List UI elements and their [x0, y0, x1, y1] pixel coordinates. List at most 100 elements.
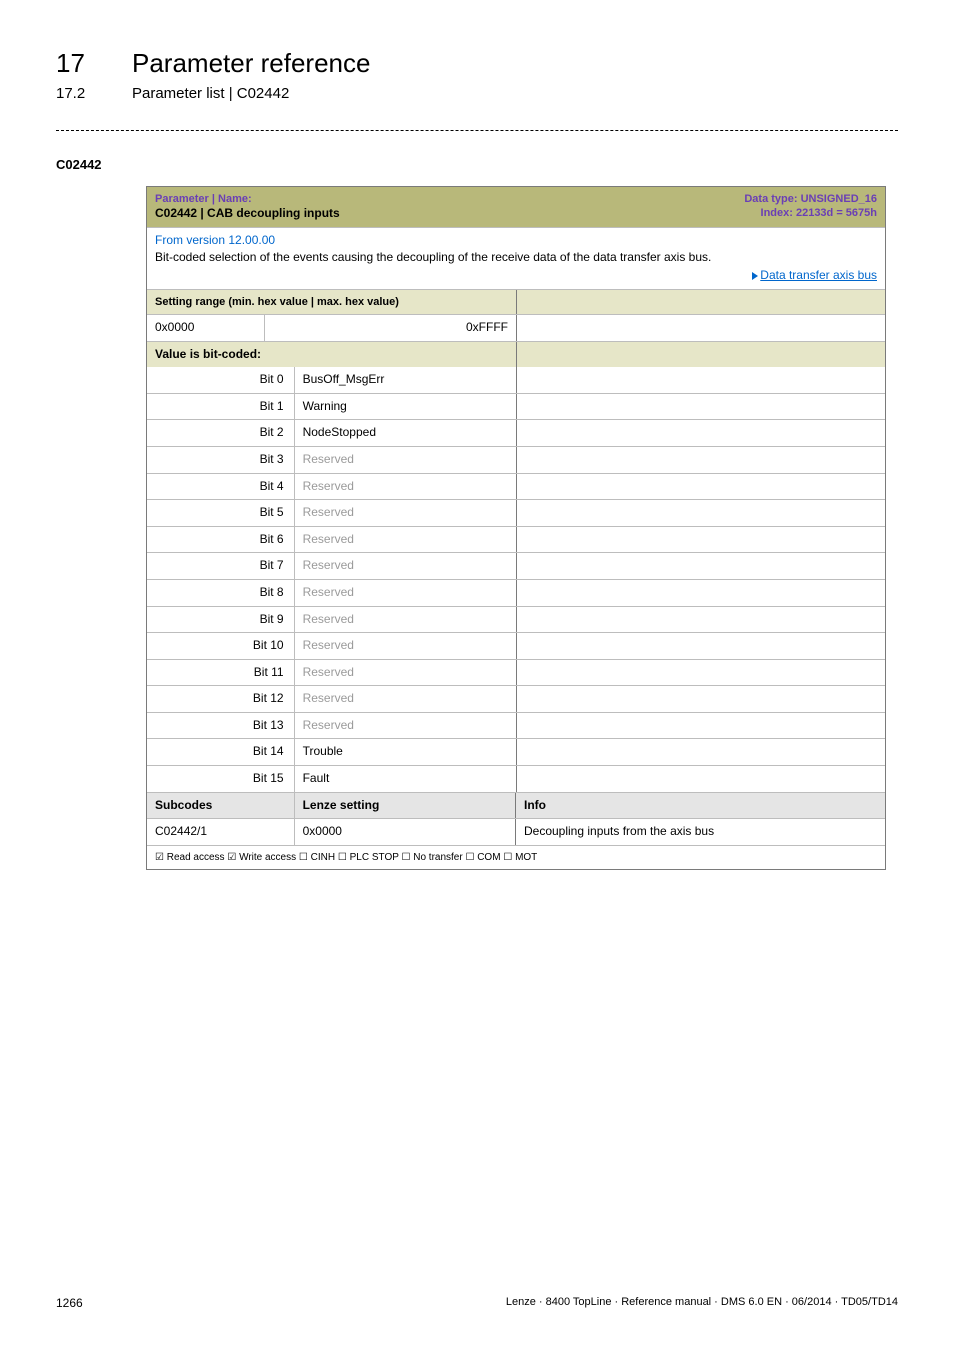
bit-value: Reserved	[295, 447, 516, 473]
param-index: Index: 22133d = 5675h	[744, 206, 877, 220]
subcode-setting: 0x0000	[295, 819, 516, 845]
bit-label: Bit 11	[147, 660, 295, 686]
bit-row: Bit 7Reserved	[147, 552, 885, 579]
bit-label: Bit 3	[147, 447, 295, 473]
bit-value: BusOff_MsgErr	[295, 367, 516, 393]
param-type-block: Data type: UNSIGNED_16 Index: 22133d = 5…	[744, 192, 877, 221]
subcodes-col3: Info	[516, 793, 885, 819]
section-number: 17.2	[56, 85, 108, 102]
section-title: Parameter list | C02442	[132, 85, 289, 102]
triangle-icon	[752, 272, 758, 280]
bit-row: Bit 2NodeStopped	[147, 419, 885, 446]
bit-empty	[516, 633, 885, 659]
access-flags: ☑ Read access ☑ Write access ☐ CINH ☐ PL…	[147, 846, 885, 869]
bit-row: Bit 1Warning	[147, 393, 885, 420]
bit-row: Bit 9Reserved	[147, 606, 885, 633]
bit-value: Reserved	[295, 633, 516, 659]
subcode-id: C02442/1	[147, 819, 295, 845]
divider	[56, 130, 898, 131]
bit-label: Bit 7	[147, 553, 295, 579]
section-heading: 17.2 Parameter list | C02442	[56, 85, 898, 102]
setting-range-label: Setting range (min. hex value | max. hex…	[147, 290, 516, 314]
description-text: Bit-coded selection of the events causin…	[155, 250, 877, 266]
description-row: From version 12.00.00 Bit-coded selectio…	[147, 227, 885, 289]
data-transfer-link[interactable]: Data transfer axis bus	[760, 268, 877, 282]
bit-empty	[516, 420, 885, 446]
bit-row: Bit 15Fault	[147, 765, 885, 792]
bit-value: Reserved	[295, 500, 516, 526]
bit-empty	[516, 660, 885, 686]
bit-empty	[516, 607, 885, 633]
bit-empty	[516, 500, 885, 526]
setting-range-header: Setting range (min. hex value | max. hex…	[147, 289, 885, 314]
bit-empty	[516, 447, 885, 473]
bit-label: Bit 1	[147, 394, 295, 420]
bit-value: Warning	[295, 394, 516, 420]
setting-min: 0x0000	[147, 315, 265, 341]
bit-label: Bit 4	[147, 474, 295, 500]
setting-max: 0xFFFF	[265, 315, 516, 341]
bit-empty	[516, 766, 885, 792]
bit-empty	[516, 553, 885, 579]
bit-row: Bit 14Trouble	[147, 738, 885, 765]
bit-empty	[516, 686, 885, 712]
bit-label: Bit 5	[147, 500, 295, 526]
bit-row: Bit 10Reserved	[147, 632, 885, 659]
bit-label: Bit 2	[147, 420, 295, 446]
bit-empty	[516, 527, 885, 553]
bitcoded-header: Value is bit-coded:	[147, 341, 885, 368]
page-footer: 1266 Lenze · 8400 TopLine · Reference ma…	[56, 1296, 898, 1310]
bit-row: Bit 5Reserved	[147, 499, 885, 526]
subcode-info: Decoupling inputs from the axis bus	[516, 819, 885, 845]
bit-empty	[516, 394, 885, 420]
bit-row: Bit 0BusOff_MsgErr	[147, 367, 885, 393]
bitcoded-label: Value is bit-coded:	[147, 342, 516, 368]
bit-label: Bit 12	[147, 686, 295, 712]
subcodes-header: Subcodes Lenze setting Info	[147, 792, 885, 819]
bit-label: Bit 13	[147, 713, 295, 739]
param-datatype: Data type: UNSIGNED_16	[744, 192, 877, 206]
table-header-row: Parameter | Name: C02442 | CAB decouplin…	[147, 187, 885, 227]
bit-row: Bit 13Reserved	[147, 712, 885, 739]
bit-label: Bit 15	[147, 766, 295, 792]
bit-label: Bit 10	[147, 633, 295, 659]
bit-value: Reserved	[295, 713, 516, 739]
subcodes-row: C02442/1 0x0000 Decoupling inputs from t…	[147, 818, 885, 845]
parameter-table: Parameter | Name: C02442 | CAB decouplin…	[146, 186, 886, 870]
bit-row: Bit 8Reserved	[147, 579, 885, 606]
bit-row: Bit 6Reserved	[147, 526, 885, 553]
version-link[interactable]: From version 12.00.00	[155, 233, 877, 249]
bit-value: Reserved	[295, 553, 516, 579]
bit-value: Reserved	[295, 660, 516, 686]
chapter-number: 17	[56, 48, 108, 79]
bit-label: Bit 9	[147, 607, 295, 633]
bit-value: Reserved	[295, 580, 516, 606]
param-name-block: Parameter | Name: C02442 | CAB decouplin…	[155, 192, 340, 222]
bit-row: Bit 12Reserved	[147, 685, 885, 712]
bit-empty	[516, 713, 885, 739]
param-name-value: C02442 | CAB decoupling inputs	[155, 206, 340, 222]
bit-label: Bit 0	[147, 367, 295, 393]
bit-row: Bit 4Reserved	[147, 473, 885, 500]
bit-row: Bit 11Reserved	[147, 659, 885, 686]
page-number: 1266	[56, 1296, 83, 1310]
bit-value: Trouble	[295, 739, 516, 765]
bit-value: Reserved	[295, 686, 516, 712]
bit-label: Bit 6	[147, 527, 295, 553]
bit-empty	[516, 474, 885, 500]
bit-value: Reserved	[295, 607, 516, 633]
bit-value: Fault	[295, 766, 516, 792]
setting-range-row: 0x0000 0xFFFF	[147, 314, 885, 341]
bit-row: Bit 3Reserved	[147, 446, 885, 473]
subcodes-col1: Subcodes	[147, 793, 295, 819]
bit-value: Reserved	[295, 527, 516, 553]
bit-label: Bit 8	[147, 580, 295, 606]
chapter-heading: 17 Parameter reference	[56, 48, 898, 79]
bit-label: Bit 14	[147, 739, 295, 765]
bit-value: NodeStopped	[295, 420, 516, 446]
parameter-code-heading: C02442	[56, 157, 898, 172]
bit-value: Reserved	[295, 474, 516, 500]
bit-empty	[516, 580, 885, 606]
subcodes-col2: Lenze setting	[295, 793, 516, 819]
access-row: ☑ Read access ☑ Write access ☐ CINH ☐ PL…	[147, 845, 885, 869]
